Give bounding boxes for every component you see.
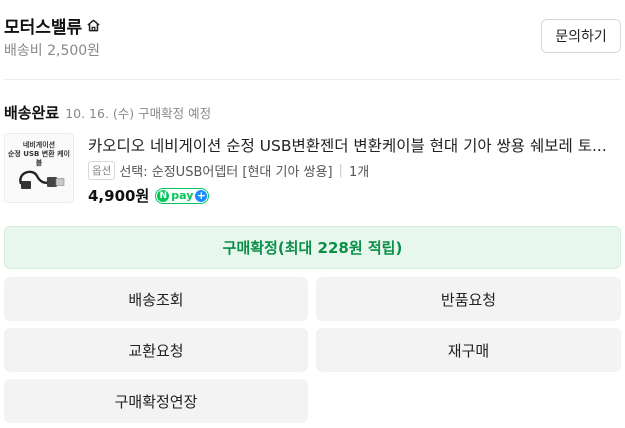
option-text: 선택: 순정USB어뎁터 [현대 기아 쌍용] <box>119 165 333 180</box>
product-price: 4,900원 <box>88 187 150 205</box>
shipping-fee: 배송비 2,500원 <box>4 43 101 59</box>
inquiry-button[interactable]: 문의하기 <box>541 19 621 53</box>
confirm-due-date: 10. 16. (수) 구매확정 예정 <box>65 106 212 121</box>
option-badge: 옵션 <box>88 161 116 180</box>
option-separator: | <box>338 163 343 178</box>
divider <box>4 79 621 80</box>
plus-icon: + <box>195 188 208 202</box>
usb-cable-image <box>19 170 65 189</box>
home-icon[interactable] <box>86 18 101 33</box>
npay-text: pay <box>171 189 194 202</box>
product-title[interactable]: 카오디오 네비게이션 순정 USB변환젠더 변환케이블 현대 기아 쌍용 쉐보레… <box>88 134 621 156</box>
confirm-purchase-button[interactable]: 구매확정(최대 228원 적립) <box>4 226 621 269</box>
rebuy-button[interactable]: 재구매 <box>316 328 621 372</box>
price-row: 4,900원 N pay + <box>88 185 210 206</box>
return-request-button[interactable]: 반품요청 <box>316 277 621 321</box>
product-thumbnail[interactable]: 네비게이션 순정 USB 변환 케이블 <box>4 133 74 203</box>
quantity: 1개 <box>348 165 370 180</box>
store-name-text[interactable]: 모터스밸류 <box>4 13 82 38</box>
delivery-status-label: 배송완료 <box>4 104 60 122</box>
order-status: 배송완료 10. 16. (수) 구매확정 예정 <box>4 102 211 123</box>
store-name[interactable]: 모터스밸류 <box>4 13 101 38</box>
extend-confirm-button[interactable]: 구매확정연장 <box>4 379 308 423</box>
npay-n-icon: N <box>157 189 170 202</box>
exchange-request-button[interactable]: 교환요청 <box>4 328 308 372</box>
npay-plus-badge: N pay + <box>155 187 210 204</box>
track-delivery-button[interactable]: 배송조회 <box>4 277 308 321</box>
product-option: 옵션 선택: 순정USB어뎁터 [현대 기아 쌍용] | 1개 <box>88 161 369 180</box>
